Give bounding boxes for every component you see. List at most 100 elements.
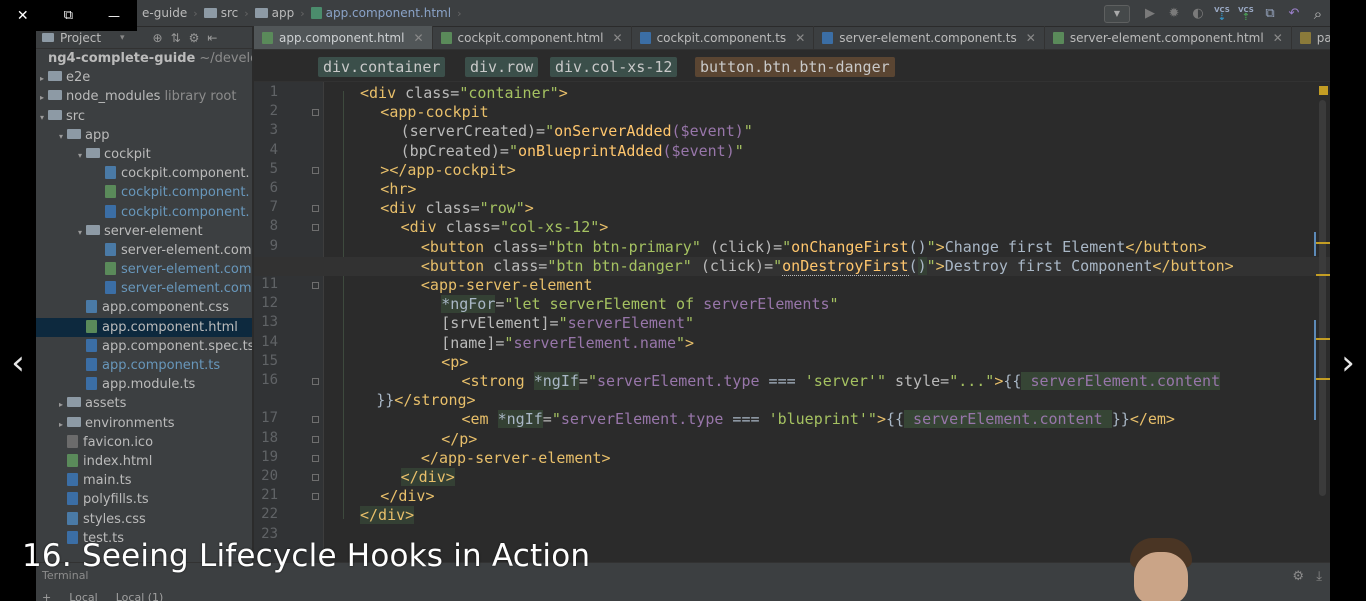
- chevron-down-icon[interactable]: ▾: [74, 146, 86, 164]
- search-everywhere-icon[interactable]: ⌕: [1306, 0, 1330, 27]
- tag-crumb-button[interactable]: button.btn.btn-danger: [695, 57, 895, 77]
- code-line[interactable]: <div class="col-xs-12">: [254, 218, 1330, 237]
- editor-scrollbar[interactable]: [1319, 100, 1326, 496]
- editor-tab[interactable]: cockpit.component.html ✕: [433, 26, 632, 49]
- breadcrumb-item-src[interactable]: src ›: [203, 6, 249, 20]
- tree-item[interactable]: ▸ assets: [36, 394, 252, 413]
- minimize-panel-icon[interactable]: ⤓: [1316, 569, 1322, 584]
- tree-item[interactable]: favicon.ico: [36, 433, 252, 452]
- tree-item[interactable]: ▾ cockpit: [36, 145, 252, 164]
- tree-item[interactable]: app.component.spec.ts: [36, 337, 252, 356]
- code-line[interactable]: [name]="serverElement.name">: [254, 334, 1330, 353]
- vcs-commit-icon[interactable]: VCS ⇡: [1234, 0, 1258, 27]
- breadcrumb-item-guide[interactable]: e-guide ›: [142, 6, 198, 20]
- tag-crumb-div-col[interactable]: div.col-xs-12: [550, 57, 678, 77]
- code-line[interactable]: <button class="btn btn-danger" (click)="…: [254, 256, 1330, 276]
- locate-icon[interactable]: ⊕: [153, 31, 163, 45]
- code-line[interactable]: (serverCreated)="onServerAdded($event)": [254, 122, 1330, 141]
- chevron-right-icon[interactable]: ▸: [36, 88, 48, 106]
- tree-item[interactable]: server-element.com: [36, 241, 252, 260]
- code-line[interactable]: [srvElement]="serverElement": [254, 314, 1330, 333]
- code-line[interactable]: </div>: [254, 487, 1330, 506]
- code-line[interactable]: <p>: [254, 353, 1330, 372]
- run-icon[interactable]: ▶: [1138, 0, 1162, 27]
- close-icon[interactable]: ✕: [0, 0, 46, 31]
- tree-item[interactable]: cockpit.component.: [36, 203, 252, 222]
- next-arrow-icon[interactable]: ›: [1330, 340, 1366, 388]
- terminal-add-icon[interactable]: +: [42, 591, 51, 601]
- chevron-right-icon[interactable]: ▸: [36, 69, 48, 87]
- code-line[interactable]: </p>: [254, 430, 1330, 449]
- tag-crumb-div-row[interactable]: div.row: [465, 57, 539, 77]
- tree-item[interactable]: cockpit.component.: [36, 183, 252, 202]
- code-line[interactable]: <hr>: [254, 180, 1330, 199]
- tree-item[interactable]: main.ts: [36, 471, 252, 490]
- tree-item[interactable]: ▸ node_modules library root: [36, 87, 252, 106]
- tree-item[interactable]: ng4-complete-guide~/develop: [36, 49, 252, 68]
- tag-crumb-div-container[interactable]: div.container: [318, 57, 446, 77]
- tree-item[interactable]: app.component.html: [36, 317, 252, 337]
- close-tab-icon[interactable]: ✕: [413, 31, 423, 45]
- code-line[interactable]: </div>: [254, 468, 1330, 487]
- tree-item[interactable]: ▾ server-element: [36, 222, 252, 241]
- previous-arrow-icon[interactable]: ‹: [0, 340, 36, 388]
- chevron-down-icon[interactable]: ▾: [55, 127, 67, 145]
- code-line[interactable]: <app-cockpit: [254, 103, 1330, 122]
- tree-item[interactable]: styles.css: [36, 510, 252, 529]
- code-line[interactable]: <div class="row">: [254, 199, 1330, 218]
- code-line[interactable]: <button class="btn btn-primary" (click)=…: [254, 238, 1330, 257]
- vcs-update-icon[interactable]: VCS ⇣: [1210, 0, 1234, 27]
- code-line[interactable]: <strong *ngIf="serverElement.type === 's…: [254, 372, 1330, 391]
- settings-gear-icon[interactable]: ⚙: [189, 31, 200, 45]
- tree-item[interactable]: app.module.ts: [36, 375, 252, 394]
- vcs-compare-icon[interactable]: ⧉: [1258, 0, 1282, 27]
- tree-item[interactable]: ▾ src: [36, 107, 252, 126]
- minimize-icon[interactable]: —: [91, 0, 137, 31]
- terminal-tab-local-1[interactable]: Local (1): [116, 591, 164, 601]
- terminal-tab-local[interactable]: Local: [69, 591, 98, 601]
- run-config-dropdown[interactable]: ▼: [1104, 4, 1130, 23]
- code-line[interactable]: </div>: [254, 506, 1330, 525]
- code-line[interactable]: ></app-cockpit>: [254, 161, 1330, 180]
- editor-tab[interactable]: server-element.component.ts ✕: [814, 26, 1045, 49]
- tree-item[interactable]: cockpit.component.: [36, 164, 252, 183]
- close-tab-icon[interactable]: ✕: [613, 31, 623, 45]
- debug-icon[interactable]: ✹: [1162, 0, 1186, 27]
- chevron-down-icon[interactable]: ▾: [120, 33, 125, 43]
- chevron-right-icon[interactable]: ▸: [55, 395, 67, 413]
- tree-item[interactable]: server-element.com: [36, 260, 252, 279]
- editor-tab[interactable]: server-element.component.html ✕: [1045, 26, 1292, 49]
- warning-indicator-icon[interactable]: [1319, 86, 1328, 95]
- revert-icon[interactable]: ↶: [1282, 0, 1306, 27]
- tree-item[interactable]: ▾ app: [36, 126, 252, 145]
- editor-tab[interactable]: cockpit.component.ts ✕: [632, 26, 815, 49]
- chevron-right-icon[interactable]: ▸: [55, 415, 67, 433]
- collapse-all-icon[interactable]: ⇅: [171, 31, 181, 45]
- editor-tab[interactable]: app.component.html ✕: [254, 26, 433, 49]
- code-line[interactable]: </app-server-element>: [254, 449, 1330, 468]
- tree-item[interactable]: ▸ e2e: [36, 68, 252, 87]
- breadcrumb-item-app[interactable]: app ›: [254, 6, 305, 20]
- close-tab-icon[interactable]: ✕: [795, 31, 805, 45]
- code-line[interactable]: <div class="container">: [254, 84, 1330, 103]
- tree-item[interactable]: polyfills.ts: [36, 490, 252, 509]
- settings-gear-icon[interactable]: ⚙: [1292, 569, 1304, 584]
- code-line[interactable]: <em *ngIf="serverElement.type === 'bluep…: [254, 410, 1330, 429]
- chevron-down-icon[interactable]: ▾: [36, 108, 48, 126]
- coverage-icon[interactable]: ◐: [1186, 0, 1210, 27]
- breadcrumb-item-file[interactable]: app.component.html ›: [310, 6, 461, 20]
- close-tab-icon[interactable]: ✕: [1026, 31, 1036, 45]
- code-line[interactable]: <app-server-element: [254, 276, 1330, 295]
- tree-item[interactable]: ▸ environments: [36, 414, 252, 433]
- code-editor[interactable]: 1234567891011121314151617181920212223 <d…: [254, 82, 1330, 562]
- code-line[interactable]: (bpCreated)="onBlueprintAdded($event)": [254, 142, 1330, 161]
- hide-panel-icon[interactable]: ⇤: [207, 31, 217, 45]
- project-view-label[interactable]: Project: [60, 31, 120, 45]
- restore-icon[interactable]: ⧉: [46, 0, 92, 31]
- chevron-down-icon[interactable]: ▾: [74, 223, 86, 241]
- tree-item[interactable]: app.component.css: [36, 298, 252, 317]
- tree-item[interactable]: index.html: [36, 452, 252, 471]
- tree-item[interactable]: app.component.ts: [36, 356, 252, 375]
- code-line[interactable]: }}</strong>: [254, 391, 1330, 410]
- code-line[interactable]: *ngFor="let serverElement of serverEleme…: [254, 295, 1330, 314]
